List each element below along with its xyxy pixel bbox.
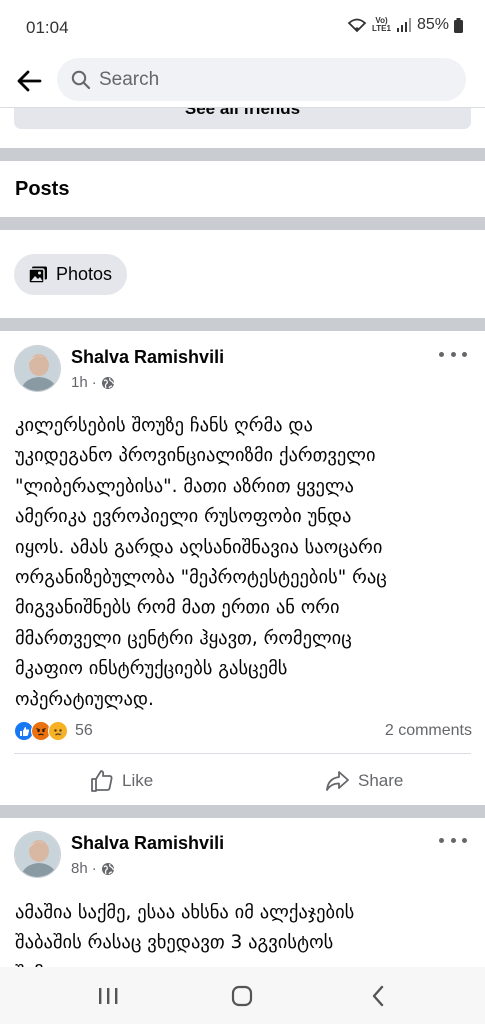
photos-chip-label: Photos xyxy=(56,264,113,284)
chevron-left-icon xyxy=(372,985,384,1007)
home-button[interactable] xyxy=(222,981,262,1011)
post-line: ამერიკა ევროპიელი რუსოფობი უნდა xyxy=(15,506,352,528)
recent-apps-icon xyxy=(99,988,118,1004)
post-card: Shalva Ramishvili 8h · ამაშია საქმე, ესა… xyxy=(0,818,485,967)
section-separator xyxy=(0,148,485,161)
post-line: ოპერატიულად. xyxy=(15,688,154,710)
battery-icon xyxy=(454,17,463,33)
like-button[interactable]: Like xyxy=(90,765,153,797)
search-header xyxy=(0,56,485,108)
post-body: კილერსების შოუზე ჩანს ღრმა და უკიდეგანო … xyxy=(15,411,473,715)
post-line: შემდეგ xyxy=(15,959,473,967)
share-icon xyxy=(326,771,349,791)
reactions[interactable]: 56 xyxy=(14,721,93,741)
post-line: მმართველი ცენტრი ჰყავთ, რომელიც xyxy=(15,627,352,649)
post-line: მკაფიო ინსტრუქციებს გასცემს xyxy=(15,658,288,680)
system-back-button[interactable] xyxy=(358,981,398,1011)
back-button[interactable] xyxy=(12,64,46,98)
lte-label: LTE1 xyxy=(372,24,391,33)
post-options-button[interactable] xyxy=(439,344,467,364)
like-icon xyxy=(91,770,113,792)
signal-icon xyxy=(396,18,411,32)
profile-photo xyxy=(15,832,60,877)
section-separator xyxy=(0,805,485,818)
section-separator xyxy=(0,318,485,331)
dot-icon xyxy=(462,351,467,357)
dot-icon xyxy=(439,351,444,357)
like-label: Like xyxy=(122,771,154,790)
dot-icon xyxy=(439,837,444,843)
post-time[interactable]: 8h xyxy=(71,860,88,877)
posts-section-title: Posts xyxy=(15,178,70,200)
photos-icon xyxy=(28,266,47,284)
search-input[interactable] xyxy=(99,68,429,91)
post-author[interactable]: Shalva Ramishvili xyxy=(71,833,224,854)
dot-icon xyxy=(462,837,467,843)
globe-icon xyxy=(101,376,114,389)
system-navigation-bar xyxy=(0,967,485,1024)
profile-photo xyxy=(15,346,60,391)
share-label: Share xyxy=(358,771,404,790)
post-time[interactable]: 1h xyxy=(71,374,88,391)
recent-apps-button[interactable] xyxy=(88,981,128,1011)
post-line: იყოს. ამას გარდა აღსანიშნავია საოცარი xyxy=(15,536,383,558)
post-author[interactable]: Shalva Ramishvili xyxy=(71,347,224,368)
comments-count[interactable]: 2 comments xyxy=(385,722,472,740)
post-line: "ლიბერალებისა". მათი აზრით ყველა xyxy=(15,475,354,497)
post-options-button[interactable] xyxy=(439,830,467,850)
home-icon xyxy=(231,985,253,1007)
post-line: მიგვანიშნებს რომ მათ ერთი ან ორი xyxy=(15,597,340,619)
share-button[interactable]: Share xyxy=(325,765,403,797)
meta-dot: · xyxy=(91,374,97,391)
see-all-friends-button[interactable]: See all friends xyxy=(14,108,471,129)
reactions-summary: 56 2 comments xyxy=(14,720,472,742)
avatar[interactable] xyxy=(14,345,61,392)
search-icon xyxy=(71,70,91,89)
post-line: ორგანიზებულობა "მეპროტესტეების" რაც xyxy=(15,567,387,589)
battery-percent: 85% xyxy=(416,16,449,33)
avatar[interactable] xyxy=(14,831,61,878)
photos-chip[interactable]: Photos xyxy=(14,254,128,295)
reaction-count: 56 xyxy=(75,722,93,739)
section-separator xyxy=(0,217,485,230)
see-all-friends-area: See all friends xyxy=(0,108,485,148)
wifi-icon xyxy=(347,18,367,33)
post-meta: 8h · xyxy=(71,860,115,877)
post-line: კილერსების შოუზე ჩანს ღრმა და xyxy=(15,415,313,436)
status-time: 01:04 xyxy=(26,18,69,37)
status-bar: 01:04 Vo) LTE1 85% xyxy=(0,0,485,56)
dot-icon xyxy=(450,837,456,843)
post-line: უკიდეგანო პროვინციალიზმი ქართველი xyxy=(15,445,376,467)
status-icons: Vo) LTE1 85% xyxy=(347,16,463,34)
back-arrow-icon xyxy=(17,70,42,92)
post-divider xyxy=(14,753,471,754)
search-bar[interactable] xyxy=(57,58,466,101)
post-meta: 1h · xyxy=(71,374,115,391)
post-body: ამაშია საქმე, ესაა ახსნა იმ ალქაჯების შა… xyxy=(15,898,473,967)
sad-reaction-icon xyxy=(48,721,68,741)
post-line: შაბაშის რასაც ვხედავთ 3 აგვისტოს xyxy=(15,932,334,954)
dot-icon xyxy=(450,351,456,357)
meta-dot: · xyxy=(91,860,97,877)
volte-indicator: Vo) LTE1 xyxy=(372,17,391,33)
globe-icon xyxy=(101,862,114,875)
post-line: ამაშია საქმე, ესაა ახსნა იმ ალქაჯების xyxy=(15,902,355,923)
